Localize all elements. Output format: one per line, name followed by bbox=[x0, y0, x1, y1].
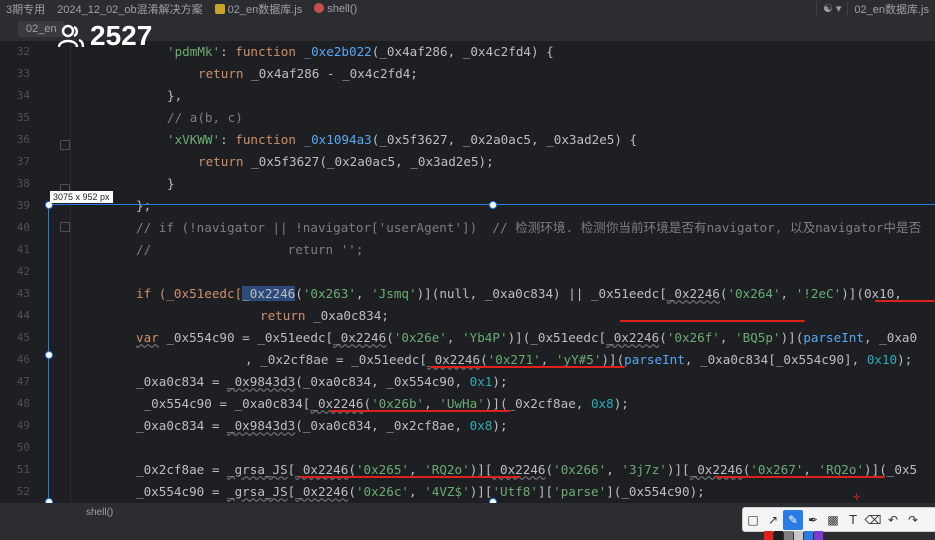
code-line-41: // return ''; bbox=[136, 242, 364, 257]
viewer-count-value: 2527 bbox=[90, 20, 153, 51]
pen-annotation bbox=[620, 320, 805, 322]
arrow-tool-icon[interactable]: ↗ bbox=[763, 510, 783, 530]
code-line-38: } bbox=[167, 176, 175, 191]
code-line-45: var _0x554c90 = _0x51eedc[_0x2246('0x26e… bbox=[136, 330, 918, 345]
line-number: 41 bbox=[16, 243, 30, 256]
text-tool-icon[interactable]: T bbox=[843, 510, 863, 530]
crosshair-cursor-icon: ✛ bbox=[853, 489, 861, 503]
code-line-32: 'pdmMk': function _0xe2b022(_0x4af286, _… bbox=[167, 44, 554, 59]
pen-annotation bbox=[330, 410, 510, 412]
function-crumb[interactable]: shell() bbox=[308, 2, 363, 15]
line-number: 38 bbox=[16, 177, 30, 190]
pen-annotation bbox=[430, 366, 625, 368]
code-line-44: return _0xa0c834; bbox=[260, 308, 389, 323]
line-number: 34 bbox=[16, 89, 30, 102]
color-swatch[interactable] bbox=[814, 531, 823, 540]
pen-annotation bbox=[300, 476, 520, 478]
code-line-40: // if (!navigator || !navigator['userAge… bbox=[136, 220, 922, 235]
line-number: 52 bbox=[16, 485, 30, 498]
line-number: 33 bbox=[16, 67, 30, 80]
selection-size-label: 3075 x 952 px bbox=[50, 191, 113, 203]
rectangle-tool-icon[interactable]: □ bbox=[743, 510, 763, 530]
run-config-select[interactable]: 02_en数据库.js bbox=[847, 0, 935, 17]
mosaic-tool-icon[interactable]: ▩ bbox=[823, 510, 843, 530]
file-crumb-label: 02_en数据库.js bbox=[227, 3, 303, 16]
color-swatch[interactable] bbox=[774, 531, 783, 540]
code-line-39: }; bbox=[136, 198, 152, 213]
js-file-icon bbox=[214, 3, 225, 14]
code-line-34: }, bbox=[167, 88, 183, 103]
user-icon[interactable]: ☯ ▾ bbox=[815, 2, 847, 15]
line-number: 50 bbox=[16, 441, 30, 454]
pen-annotation bbox=[875, 300, 935, 302]
annotation-toolbar: □ ↗ ✎ ✒ ▩ T ⌫ ↶ ↷ bbox=[742, 507, 935, 532]
line-number: 44 bbox=[16, 309, 30, 322]
breadcrumb-bar: 3期专用 2024_12_02_ob混淆解决方案 02_en数据库.js she… bbox=[0, 0, 935, 17]
line-number: 39 bbox=[16, 199, 30, 212]
redo-icon[interactable]: ↷ bbox=[903, 510, 923, 530]
line-number: 42 bbox=[16, 265, 30, 278]
color-palette bbox=[764, 531, 824, 540]
line-number: 37 bbox=[16, 155, 30, 168]
highlighter-tool-icon[interactable]: ✒ bbox=[803, 510, 823, 530]
undo-icon[interactable]: ↶ bbox=[883, 510, 903, 530]
code-line-47: _0xa0c834 = _0x9843d3(_0xa0c834, _0x554c… bbox=[136, 374, 508, 389]
code-editor[interactable]: 'pdmMk': function _0xe2b022(_0x4af286, _… bbox=[75, 41, 935, 511]
line-number: 40 bbox=[16, 221, 30, 234]
line-number: 32 bbox=[16, 45, 30, 58]
line-number: 51 bbox=[16, 463, 30, 476]
line-number: 49 bbox=[16, 419, 30, 432]
code-line-33: return _0x4af286 - _0x4c2fd4; bbox=[198, 66, 418, 81]
code-line-52: _0x554c90 = _grsa_JS[_0x2246('0x26c', '4… bbox=[136, 484, 705, 499]
code-line-37: return _0x5f3627(_0x2a0ac5, _0x3ad2e5); bbox=[198, 154, 494, 169]
pen-tool-icon[interactable]: ✎ bbox=[783, 509, 803, 530]
code-line-35: // a(b, c) bbox=[167, 110, 243, 125]
line-number-gutter: 32 33 34 35 36 37 38 39 40 41 42 43 44 4… bbox=[0, 41, 71, 511]
color-swatch[interactable] bbox=[794, 531, 803, 540]
line-number: 35 bbox=[16, 111, 30, 124]
code-line-36: 'xVKWW': function _0x1094a3(_0x5f3627, _… bbox=[167, 132, 638, 147]
file-crumb[interactable]: 02_en数据库.js bbox=[209, 1, 309, 17]
color-swatch[interactable] bbox=[804, 531, 813, 540]
bottom-function-crumb[interactable]: shell() bbox=[86, 507, 113, 518]
path-label[interactable]: 2024_12_02_ob混淆解决方案 bbox=[51, 1, 209, 17]
function-crumb-label: shell() bbox=[327, 2, 358, 15]
eraser-tool-icon[interactable]: ⌫ bbox=[863, 510, 883, 530]
line-number: 46 bbox=[16, 353, 30, 366]
line-number: 48 bbox=[16, 397, 30, 410]
function-icon bbox=[314, 2, 325, 13]
viewer-count: 2527 bbox=[58, 18, 152, 54]
line-number: 45 bbox=[16, 331, 30, 344]
color-swatch[interactable] bbox=[764, 531, 773, 540]
fold-marker[interactable] bbox=[60, 140, 70, 150]
run-config-area: ☯ ▾ 02_en数据库.js bbox=[815, 0, 935, 17]
project-label[interactable]: 3期专用 bbox=[0, 1, 51, 17]
fold-marker[interactable] bbox=[60, 222, 70, 232]
code-line-49: _0xa0c834 = _0x9843d3(_0xa0c834, _0x2cf8… bbox=[136, 418, 508, 433]
pen-annotation bbox=[715, 476, 885, 478]
line-number: 36 bbox=[16, 133, 30, 146]
code-line-43: if (_0x51eedc[_0x2246('0x263', 'Jsmq')](… bbox=[136, 286, 918, 301]
people-icon bbox=[58, 24, 84, 48]
line-number: 43 bbox=[16, 287, 30, 300]
line-number: 47 bbox=[16, 375, 30, 388]
color-swatch[interactable] bbox=[784, 531, 793, 540]
